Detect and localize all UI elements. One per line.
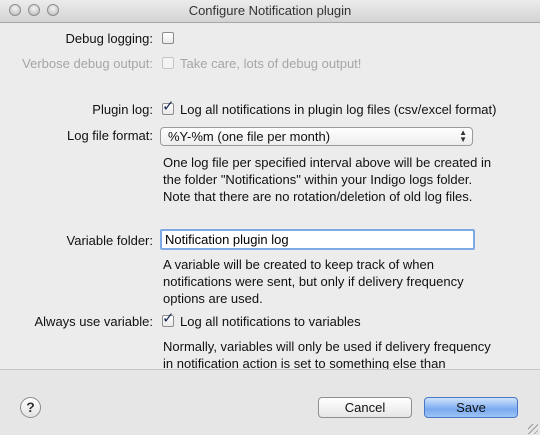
help-line: Note that there are no rotation/deletion… bbox=[163, 189, 473, 204]
debug-logging-checkbox[interactable] bbox=[162, 32, 174, 44]
checkmark-icon: ✓ bbox=[162, 98, 175, 115]
resize-grip-icon[interactable] bbox=[528, 424, 538, 434]
help-line: in notification action is set to somethi… bbox=[163, 356, 446, 369]
plugin-log-checkbox[interactable]: ✓ bbox=[162, 99, 175, 115]
window-title: Configure Notification plugin bbox=[188, 3, 352, 18]
help-line: One log file per specified interval abov… bbox=[163, 155, 492, 170]
config-form: Debug logging: Verbose debug output: Tak… bbox=[0, 23, 540, 369]
verbose-debug-label: Verbose debug output: bbox=[22, 56, 153, 71]
select-arrows-icon: ▲ ▼ bbox=[459, 128, 467, 144]
always-use-variable-help: Normally, variables will only be used if… bbox=[163, 338, 533, 369]
help-line: A variable will be created to keep track… bbox=[163, 257, 434, 272]
verbose-debug-text: Take care, lots of debug output! bbox=[180, 56, 362, 71]
dialog-footer: ? Cancel Save bbox=[0, 369, 540, 435]
variable-folder-input[interactable] bbox=[160, 229, 475, 250]
save-button[interactable]: Save bbox=[424, 397, 518, 418]
always-use-variable-label: Always use variable: bbox=[34, 314, 154, 329]
log-file-format-value: %Y-%m (one file per month) bbox=[168, 129, 331, 144]
verbose-debug-checkbox[interactable] bbox=[162, 57, 174, 69]
help-line: options are used. bbox=[163, 291, 263, 306]
variable-folder-label: Variable folder: bbox=[66, 233, 153, 248]
always-use-variable-text: Log all notifications to variables bbox=[180, 314, 361, 329]
help-line: Normally, variables will only be used if… bbox=[163, 339, 491, 354]
debug-logging-label: Debug logging: bbox=[65, 31, 153, 46]
checkmark-icon: ✓ bbox=[162, 310, 175, 327]
log-file-format-label: Log file format: bbox=[67, 128, 153, 143]
always-use-variable-checkbox[interactable]: ✓ bbox=[162, 311, 175, 327]
log-file-format-select[interactable]: %Y-%m (one file per month) ▲ ▼ bbox=[160, 127, 473, 146]
cancel-button[interactable]: Cancel bbox=[318, 397, 412, 418]
log-file-format-help: One log file per specified interval abov… bbox=[163, 154, 533, 205]
plugin-log-text: Log all notifications in plugin log file… bbox=[180, 102, 497, 117]
help-button[interactable]: ? bbox=[20, 397, 41, 418]
configure-dialog: Configure Notification plugin Debug logg… bbox=[0, 0, 540, 435]
help-line: notifications were sent, but only if del… bbox=[163, 274, 464, 289]
variable-folder-help: A variable will be created to keep track… bbox=[163, 256, 533, 307]
title-bar: Configure Notification plugin bbox=[0, 0, 540, 23]
help-line: the folder "Notifications" within your I… bbox=[163, 172, 473, 187]
plugin-log-label: Plugin log: bbox=[92, 102, 153, 117]
